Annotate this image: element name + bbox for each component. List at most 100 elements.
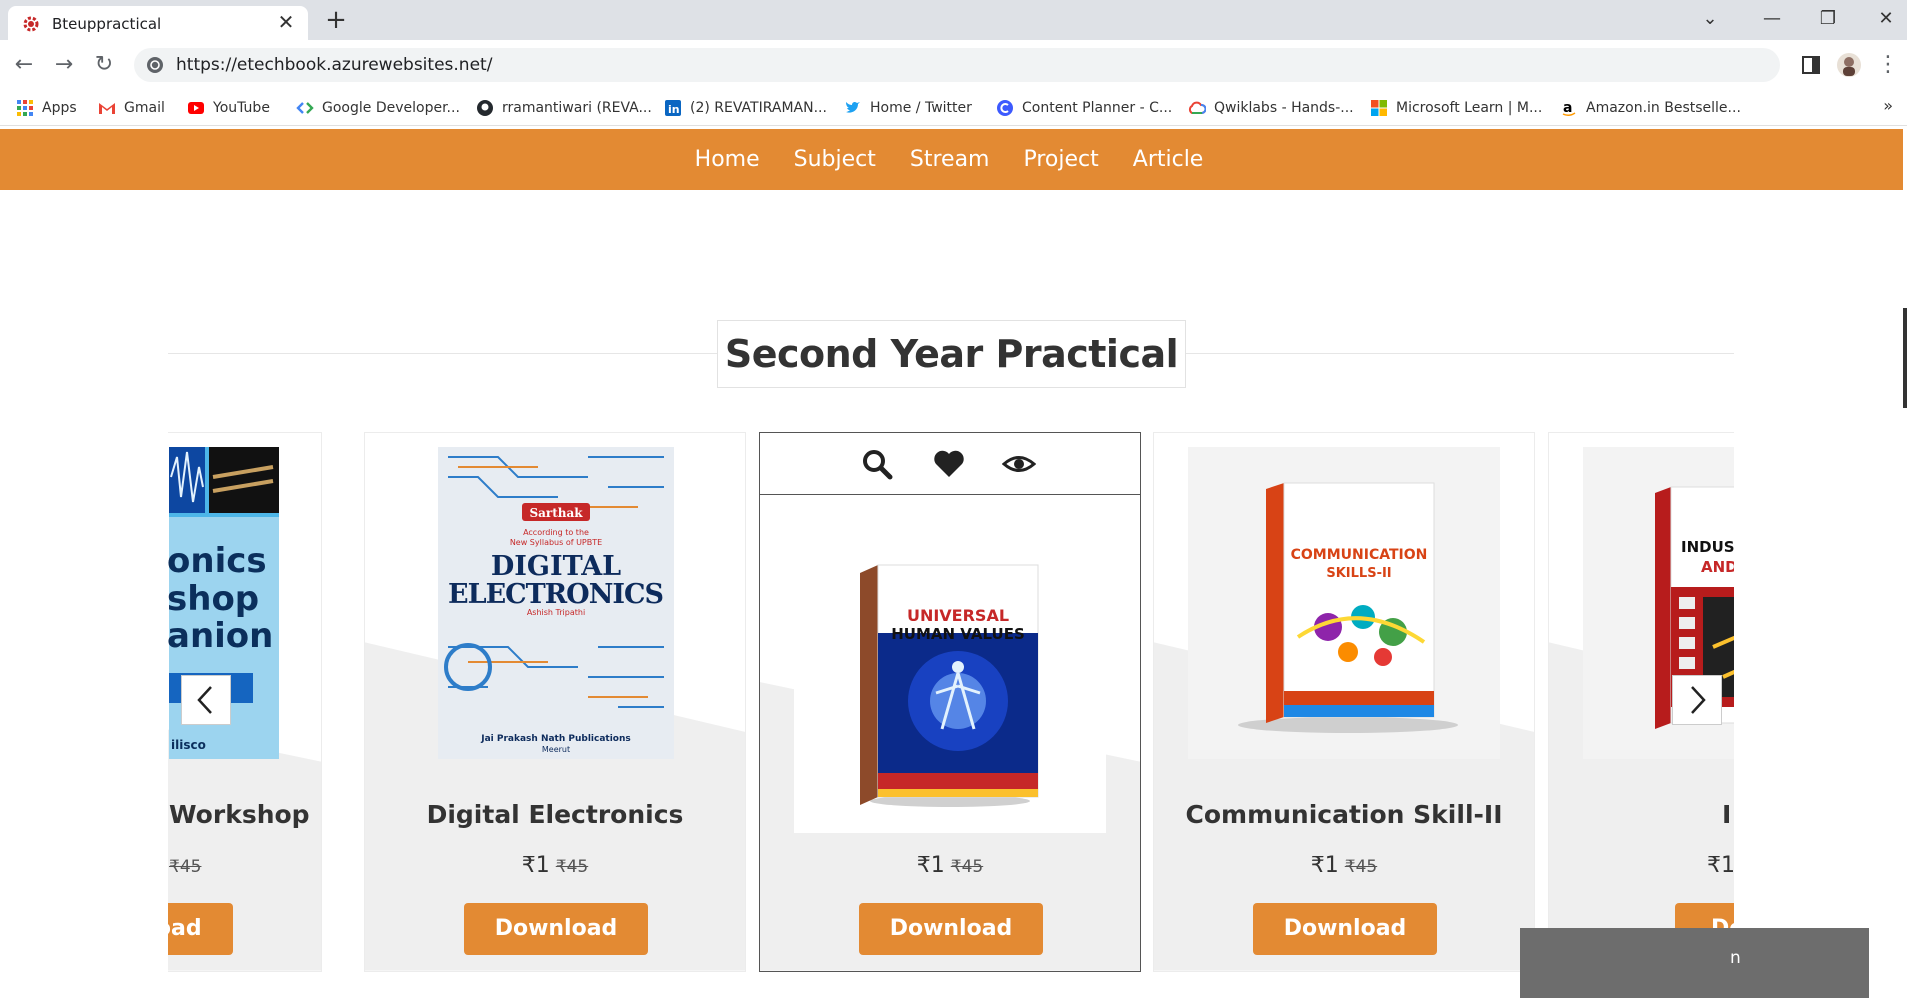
search-icon[interactable] bbox=[860, 447, 894, 481]
bookmark-label: Home / Twitter bbox=[870, 100, 972, 116]
download-button[interactable]: Download bbox=[1253, 903, 1437, 955]
twitter-icon bbox=[846, 101, 860, 113]
svg-text:ilisco: ilisco bbox=[171, 738, 206, 752]
product-card[interactable]: COMMUNICATION SKILLS-II Communication Sk… bbox=[1153, 432, 1535, 972]
bookmark-qwiklabs[interactable]: Qwiklabs - Hands-... bbox=[1188, 96, 1354, 120]
heart-icon[interactable] bbox=[932, 447, 966, 481]
bookmark-label: YouTube bbox=[213, 100, 270, 116]
product-current-price: ₹1 bbox=[1707, 853, 1734, 878]
nav-home[interactable]: Home bbox=[695, 147, 760, 172]
bookmark-twitter[interactable]: Home / Twitter bbox=[844, 96, 972, 120]
product-old-price: ₹45 bbox=[1344, 857, 1378, 877]
svg-text:in: in bbox=[668, 103, 680, 116]
product-card-hovered[interactable]: UNIVERSAL HUMAN VALUES ₹1 ₹45 Download bbox=[759, 432, 1141, 972]
nav-project[interactable]: Project bbox=[1023, 147, 1098, 172]
bookmark-apps[interactable]: Apps bbox=[16, 96, 77, 120]
product-price: ₹45 bbox=[168, 853, 321, 878]
minimize-icon[interactable]: — bbox=[1752, 4, 1792, 34]
site-navbar: Home Subject Stream Project Article bbox=[0, 129, 1903, 190]
svg-text:COMMUNICATION: COMMUNICATION bbox=[1291, 547, 1428, 563]
bookmark-label: Qwiklabs - Hands-... bbox=[1214, 100, 1354, 116]
restore-icon[interactable]: ❐ bbox=[1808, 4, 1848, 34]
product-price: ₹1 bbox=[1549, 853, 1734, 878]
forward-icon[interactable]: → bbox=[50, 51, 78, 79]
bookmark-content-planner[interactable]: Content Planner - C... bbox=[996, 96, 1172, 120]
bookmark-youtube[interactable]: YouTube bbox=[187, 96, 270, 120]
svg-text:SKILLS-II: SKILLS-II bbox=[1326, 566, 1391, 581]
browser-tab[interactable]: Bteuppractical ✕ bbox=[8, 6, 308, 40]
product-price: ₹1 ₹45 bbox=[1154, 853, 1534, 878]
bookmark-microsoft-learn[interactable]: Microsoft Learn | M... bbox=[1370, 96, 1542, 120]
tab-close-icon[interactable]: ✕ bbox=[274, 10, 298, 34]
bookmark-amazon[interactable]: a Amazon.in Bestselle... bbox=[1560, 96, 1741, 120]
svg-text:onics: onics bbox=[168, 541, 267, 581]
browser-tab-bar: Bteuppractical ✕ + ⌄ — ❐ ✕ bbox=[0, 0, 1907, 40]
svg-text:Jai Prakash Nath Publications: Jai Prakash Nath Publications bbox=[480, 734, 631, 744]
nav-stream[interactable]: Stream bbox=[910, 147, 990, 172]
product-current-price: ₹1 bbox=[1310, 853, 1339, 878]
download-button[interactable]: Download bbox=[168, 903, 233, 955]
product-name[interactable]: Communication Skill-II bbox=[1154, 800, 1534, 829]
nav-subject[interactable]: Subject bbox=[794, 147, 876, 172]
svg-text:AND T: AND T bbox=[1701, 558, 1734, 576]
chevron-right-icon bbox=[1691, 686, 1706, 714]
svg-text:New Syllabus of UPBTE: New Syllabus of UPBTE bbox=[510, 538, 602, 547]
product-name[interactable]: I bbox=[1549, 800, 1734, 829]
svg-text:Sarthak: Sarthak bbox=[529, 506, 583, 520]
product-old-price: ₹45 bbox=[950, 857, 984, 877]
new-tab-button[interactable]: + bbox=[320, 6, 352, 34]
close-window-icon[interactable]: ✕ bbox=[1866, 4, 1906, 34]
browser-menu-icon[interactable]: ⋮ bbox=[1874, 51, 1902, 79]
microsoft-icon bbox=[1371, 100, 1387, 116]
svg-text:Ashish Tripathi: Ashish Tripathi bbox=[527, 608, 585, 617]
svg-text:ELECTRONICS: ELECTRONICS bbox=[448, 579, 664, 610]
chat-widget-label: n bbox=[1730, 948, 1741, 968]
download-button[interactable]: Download bbox=[464, 903, 648, 955]
amazon-icon: a bbox=[1562, 100, 1576, 117]
bookmarks-overflow-icon[interactable]: » bbox=[1883, 96, 1893, 115]
bookmark-linkedin[interactable]: in (2) REVATIRAMAN... bbox=[664, 96, 827, 120]
carousel-next-button[interactable] bbox=[1672, 675, 1722, 725]
url-text[interactable]: https://etechbook.azurewebsites.net/ bbox=[176, 55, 492, 75]
product-current-price: ₹1 bbox=[521, 853, 550, 878]
nav-article[interactable]: Article bbox=[1133, 147, 1204, 172]
page-scrollbar[interactable] bbox=[1903, 308, 1907, 408]
universal-human-values-book-cover: UNIVERSAL HUMAN VALUES bbox=[860, 564, 1039, 807]
carousel-prev-button[interactable] bbox=[181, 675, 231, 725]
section-title: Second Year Practical bbox=[724, 332, 1179, 376]
apps-grid-icon bbox=[17, 100, 33, 116]
bookmark-label: Gmail bbox=[124, 100, 165, 116]
omnibox[interactable]: https://etechbook.azurewebsites.net/ bbox=[134, 48, 1780, 82]
bookmark-label: (2) REVATIRAMAN... bbox=[690, 100, 827, 116]
bookmark-github[interactable]: rramantiwari (REVA... bbox=[476, 96, 652, 120]
svg-text:a: a bbox=[1563, 100, 1572, 116]
tab-title: Bteuppractical bbox=[52, 15, 162, 33]
chevron-left-icon bbox=[197, 686, 212, 714]
bookmark-gmail[interactable]: Gmail bbox=[98, 96, 165, 120]
side-panel-icon[interactable] bbox=[1798, 52, 1824, 78]
bookmark-label: Apps bbox=[42, 100, 77, 116]
eye-icon[interactable] bbox=[1002, 447, 1036, 481]
product-card[interactable]: Sarthak According to the New Syllabus of… bbox=[364, 432, 746, 972]
tab-search-icon[interactable]: ⌄ bbox=[1690, 4, 1730, 34]
svg-text:HUMAN VALUES: HUMAN VALUES bbox=[891, 625, 1025, 643]
product-price: ₹1 ₹45 bbox=[365, 853, 745, 878]
product-name[interactable]: Workshop bbox=[168, 800, 321, 829]
svg-text:According to the: According to the bbox=[523, 528, 589, 537]
profile-avatar-icon[interactable] bbox=[1836, 52, 1862, 78]
chat-widget[interactable]: n bbox=[1520, 928, 1869, 998]
download-button[interactable]: Download bbox=[859, 903, 1043, 955]
youtube-icon bbox=[188, 102, 204, 114]
product-name[interactable]: Digital Electronics bbox=[365, 800, 745, 829]
svg-text:INDUSTRI: INDUSTRI bbox=[1681, 538, 1734, 556]
bookmark-google-developers[interactable]: Google Developer... bbox=[296, 96, 460, 120]
svg-text:anion: anion bbox=[168, 616, 273, 656]
communication-skills-book-cover: COMMUNICATION SKILLS-II bbox=[1188, 447, 1500, 759]
bookmark-label: Content Planner - C... bbox=[1022, 100, 1173, 116]
reload-icon[interactable]: ↻ bbox=[90, 51, 118, 79]
svg-text:Meerut: Meerut bbox=[542, 745, 570, 754]
bookmark-label: Google Developer... bbox=[322, 100, 460, 116]
section-title-box: Second Year Practical bbox=[717, 320, 1186, 388]
site-info-icon[interactable] bbox=[146, 56, 164, 74]
back-icon[interactable]: ← bbox=[10, 51, 38, 79]
